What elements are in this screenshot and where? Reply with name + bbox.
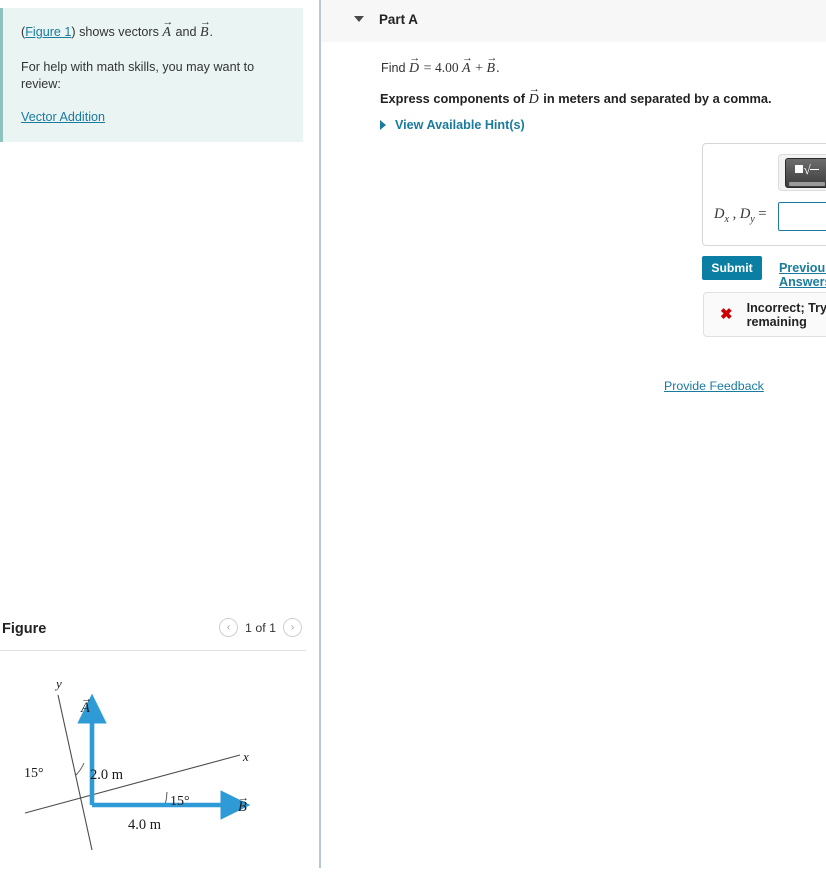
figure-prev-button[interactable]: ‹: [218, 618, 238, 637]
help-line: For help with math skills, you may want …: [21, 59, 255, 91]
svg-text:→: →: [238, 792, 249, 804]
answer-input[interactable]: [778, 202, 826, 231]
label-equals: =: [754, 206, 767, 222]
feedback-message-box: ✖ Incorrect; Try Again; 4 attempts remai…: [703, 292, 826, 337]
answer-entry-card: √ ΛΣϕ ? Dx , Dy = m , m: [702, 143, 826, 246]
vector-arrow-icon: →: [199, 16, 211, 29]
express-instruction: Express components of → D in meters and s…: [380, 83, 772, 108]
figure-1-link[interactable]: Figure 1: [25, 25, 71, 39]
view-hints-label: View Available Hint(s): [395, 118, 525, 132]
vector-arrow-icon: →: [162, 16, 173, 29]
angle-arc-y: [75, 762, 85, 776]
label-comma: ,: [728, 206, 740, 222]
angle-x-label: 15°: [170, 794, 190, 809]
caret-right-icon[interactable]: [380, 120, 386, 130]
figure-pager: ‹ 1 of 1 ›: [218, 618, 302, 637]
figure-page-label: 1 of 1: [244, 620, 276, 635]
vector-arrow-icon: →: [462, 52, 473, 65]
vector-b-label: B →: [238, 792, 249, 815]
vector-diagram-svg: y x A → B → 15° 2.0 m 15° 4.0 m: [24, 676, 251, 851]
previous-answers-link[interactable]: Previous Answers: [779, 261, 826, 289]
intro-middle-text: ) shows vectors: [71, 25, 163, 39]
express-suffix: in meters and separated by a comma.: [539, 91, 772, 106]
vector-arrow-icon: →: [486, 52, 498, 65]
equals-sign: =: [420, 61, 436, 76]
intro-period: .: [209, 25, 214, 39]
vector-a-symbol: → A: [462, 52, 473, 76]
label-dx: D: [714, 206, 725, 222]
coefficient-value: 4.00: [435, 60, 463, 75]
right-panel: Part A Find → D = 4.00 → A + → B. Express c…: [321, 0, 826, 868]
vector-b-symbol: → B: [199, 16, 211, 40]
y-axis-label: y: [54, 676, 62, 691]
x-axis-label: x: [242, 749, 249, 764]
caret-down-icon[interactable]: [354, 16, 364, 22]
left-panel: (Figure 1) shows vectors → A and → B. For …: [0, 0, 319, 868]
vector-addition-link[interactable]: Vector Addition: [21, 110, 105, 124]
figure-next-button[interactable]: ›: [283, 618, 302, 637]
angle-y-label: 15°: [24, 766, 44, 781]
intro-hint-box: (Figure 1) shows vectors → A and → B. For …: [0, 8, 303, 142]
answer-variable-label: Dx , Dy =: [714, 206, 767, 225]
feedback-text: Incorrect; Try Again; 4 attempts remaini…: [746, 300, 826, 329]
math-toolbar: √ ΛΣϕ ?: [778, 154, 826, 191]
vector-d-symbol: → D: [409, 52, 420, 76]
magnitude-a-label: 2.0 m: [90, 767, 124, 783]
part-a-header[interactable]: Part A: [321, 0, 826, 42]
submit-button[interactable]: Submit: [702, 256, 762, 280]
vector-d-symbol: → D: [528, 83, 540, 107]
square-glyph: [794, 164, 803, 173]
vector-b-symbol: → B: [486, 52, 498, 76]
template-palette-glyph: √: [786, 161, 826, 178]
svg-text:→: →: [81, 693, 92, 705]
magnitude-b-label: 4.0 m: [128, 817, 162, 833]
intro-sentence: (Figure 1) shows vectors → A and → B.: [21, 16, 289, 43]
template-palette-button[interactable]: √: [785, 157, 826, 188]
question-statement: Find → D = 4.00 → A + → B.: [381, 52, 500, 77]
figure-diagram: y x A → B → 15° 2.0 m 15° 4.0 m: [0, 655, 306, 868]
figure-title: Figure: [2, 621, 47, 637]
figure-divider: [0, 650, 306, 651]
figure-header: Figure ‹ 1 of 1 ›: [0, 613, 306, 651]
find-text: Find: [381, 61, 409, 75]
vector-a-symbol: → A: [162, 16, 173, 40]
vector-arrow-icon: →: [528, 83, 540, 96]
review-link-line: Vector Addition: [21, 109, 289, 126]
plus-sign: +: [471, 61, 487, 76]
y-axis-line: [57, 694, 93, 851]
part-a-title: Part A: [379, 12, 418, 27]
cross-icon: ✖: [720, 306, 733, 323]
express-prefix: Express components of: [380, 91, 529, 106]
provide-feedback-link[interactable]: Provide Feedback: [664, 379, 764, 393]
vector-a-label: A →: [80, 693, 92, 716]
view-hints-toggle[interactable]: View Available Hint(s): [380, 118, 525, 132]
label-dy: D: [739, 206, 751, 222]
vector-arrow-icon: →: [409, 52, 420, 65]
intro-and-text: and: [171, 25, 200, 39]
